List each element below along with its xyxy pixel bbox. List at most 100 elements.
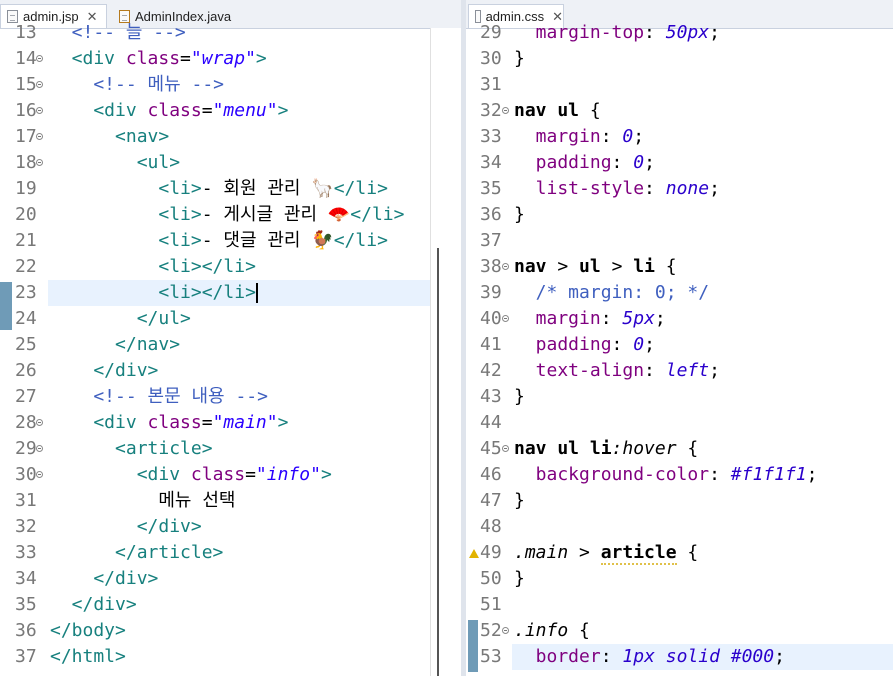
code-token: border [514,646,601,667]
code-text: margin: 5px; [514,306,666,332]
warning-icon[interactable] [469,549,479,558]
vertical-scrollbar[interactable] [430,28,461,676]
code-line[interactable]: 30} [466,46,893,72]
fold-toggle-icon[interactable] [36,81,43,88]
code-line[interactable]: 51 [466,592,893,618]
code-line[interactable]: 25 </nav> [0,332,461,358]
code-line[interactable]: 33 margin: 0; [466,124,893,150]
code-line[interactable]: 21 <li>- 댓글 관리 🐓</li> [0,228,461,254]
code-line[interactable]: 29 <article> [0,436,461,462]
code-line[interactable]: 46 background-color: #f1f1f1; [466,462,893,488]
code-token: </div> [50,594,137,615]
fold-toggle-icon[interactable] [502,315,509,322]
css-code-editor[interactable]: 29 margin-top: 50px; 30} 31 32 nav ul {33 ma… [466,22,893,676]
code-line[interactable]: 31 메뉴 선택 [0,488,461,514]
code-line[interactable]: 33 </article> [0,540,461,566]
code-line[interactable]: 36} [466,202,893,228]
fold-toggle-icon[interactable] [502,263,509,270]
line-number: 31 [15,490,37,511]
code-line[interactable]: 22 <li></li> [0,254,461,280]
code-line[interactable]: 41 padding: 0; [466,332,893,358]
line-number: 27 [15,386,37,407]
code-token: /* margin: 0; */ [514,282,710,303]
code-line[interactable]: 37 </html> [0,644,461,670]
code-line[interactable]: 34 </div> [0,566,461,592]
code-text: nav ul { [514,98,601,124]
code-line[interactable]: 31 [466,72,893,98]
code-line[interactable]: 45 nav ul li:hover { [466,436,893,462]
fold-toggle-icon[interactable] [36,159,43,166]
code-token: 0 [633,334,645,355]
code-token: </body> [50,620,126,641]
code-line[interactable]: 40 margin: 5px; [466,306,893,332]
code-line[interactable]: 42 text-align: left; [466,358,893,384]
code-line[interactable]: 38 nav > ul > li { [466,254,893,280]
code-token: </article> [50,542,224,563]
code-line[interactable]: 19 <li>- 회원 관리 🦙</li> [0,176,461,202]
code-text: <nav> [50,124,169,150]
code-line[interactable]: 23 <li></li> [0,280,461,306]
line-number: 31 [480,74,502,95]
code-token: ; [774,646,785,667]
fold-toggle-icon[interactable] [36,133,43,140]
code-text: <div class="menu"> [50,98,288,124]
fold-toggle-icon[interactable] [36,471,43,478]
code-line[interactable]: 49 .main > article { [466,540,893,566]
text-caret [255,283,258,303]
fold-toggle-icon[interactable] [36,445,43,452]
code-token: > [277,100,289,121]
code-line[interactable]: 29 margin-top: 50px; [466,20,893,46]
jsp-code-editor[interactable]: 13 <!-- 늘 --> 14 <div class="wrap"> 15 <!-… [0,22,461,676]
fold-toggle-icon[interactable] [502,627,509,634]
code-text: nav > ul > li { [514,254,677,280]
code-line[interactable]: 20 <li>- 게시글 관리 🪭</li> [0,202,461,228]
fold-toggle-icon[interactable] [502,107,509,114]
code-line[interactable]: 43} [466,384,893,410]
code-token: 0 [622,126,634,147]
fold-toggle-icon[interactable] [502,445,509,452]
code-token: </html> [50,646,126,667]
code-text: 메뉴 선택 [50,488,235,514]
code-line[interactable]: 52 .info { [466,618,893,644]
scrollbar-thumb[interactable] [437,248,439,676]
code-line[interactable]: 35 </div> [0,592,461,618]
fold-toggle-icon[interactable] [36,55,43,62]
code-line[interactable]: 53 border: 1px solid #000; [466,644,893,670]
code-line[interactable]: 34 padding: 0; [466,150,893,176]
code-line[interactable]: 35 list-style: none; [466,176,893,202]
code-line[interactable]: 48 [466,514,893,540]
fold-toggle-icon[interactable] [36,419,43,426]
code-text: </div> [50,358,158,384]
code-line[interactable]: 13 <!-- 늘 --> [0,20,461,46]
code-line[interactable]: 17 <nav> [0,124,461,150]
code-line[interactable]: 39 /* margin: 0; */ [466,280,893,306]
code-token: : [644,360,666,381]
code-text: nav ul li:hover { [514,436,698,462]
code-line[interactable]: 47} [466,488,893,514]
code-line[interactable]: 27 <!-- 본문 내용 --> [0,384,461,410]
code-line[interactable]: 32 </div> [0,514,461,540]
code-line[interactable]: 32 nav ul { [466,98,893,124]
code-line[interactable]: 18 <ul> [0,150,461,176]
fold-toggle-icon[interactable] [36,107,43,114]
code-text: padding: 0; [514,150,655,176]
code-token: <!-- 본문 내용 --> [50,386,268,407]
code-line[interactable]: 24 </ul> [0,306,461,332]
code-line[interactable]: 36 </body> [0,618,461,644]
code-line[interactable]: 14 <div class="wrap"> [0,46,461,72]
line-number: 26 [15,360,37,381]
code-token: : [709,464,731,485]
code-line[interactable]: 37 [466,228,893,254]
code-line[interactable]: 30 <div class="info"> [0,462,461,488]
code-text: text-align: left; [514,358,720,384]
code-token: ; [644,334,655,355]
code-token: { [665,256,677,277]
code-line[interactable]: 15 <!-- 메뉴 --> [0,72,461,98]
code-line[interactable]: 50} [466,566,893,592]
line-number: 32 [15,516,37,537]
code-line[interactable]: 16 <div class="menu"> [0,98,461,124]
code-line[interactable]: 26 </div> [0,358,461,384]
code-line[interactable]: 28 <div class="main"> [0,410,461,436]
code-line[interactable]: 44 [466,410,893,436]
code-token: { [568,620,590,641]
